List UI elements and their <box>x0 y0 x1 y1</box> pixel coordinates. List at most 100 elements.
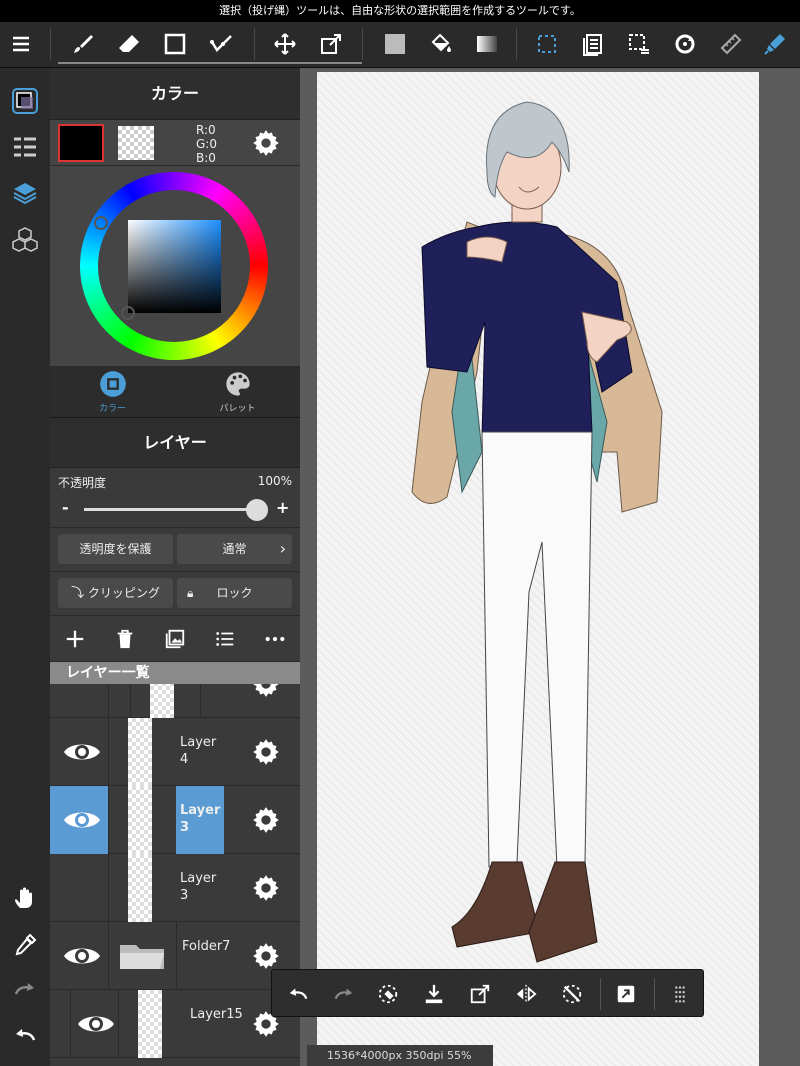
add-layer-button[interactable] <box>62 626 88 652</box>
clipping-label: クリッピング <box>87 586 160 600</box>
float-clear-button[interactable] <box>374 980 402 1008</box>
gear-icon[interactable] <box>252 806 280 834</box>
eyedropper-button[interactable] <box>6 926 44 964</box>
layers-button[interactable] <box>6 174 44 212</box>
transform-tool-button[interactable] <box>312 26 350 62</box>
layer-row[interactable]: Layer15 <box>50 990 300 1058</box>
delete-layer-button[interactable] <box>112 626 138 652</box>
transform-icon <box>321 34 341 54</box>
layer-panel-title: レイヤー <box>50 418 300 468</box>
bucket-tool-button[interactable] <box>422 26 460 62</box>
move-icon <box>274 33 296 55</box>
eraser-tool-button[interactable] <box>110 26 148 62</box>
rotate-icon <box>675 34 695 54</box>
pen-tool-button[interactable] <box>756 26 794 62</box>
tab-palette[interactable]: パレット <box>175 370 300 414</box>
pen-icon <box>764 34 785 55</box>
layer-more-button[interactable] <box>262 626 288 652</box>
lock-button[interactable]: 🔒︎ ロック <box>177 578 292 608</box>
gradient-tool-button[interactable] <box>468 26 506 62</box>
rgb-readout: R:0 G:0 B:0 <box>196 123 217 165</box>
bucket-icon <box>431 33 451 52</box>
float-transform-button[interactable] <box>466 980 494 1008</box>
select-tool-button[interactable] <box>528 26 566 62</box>
float-undo-button[interactable] <box>284 980 312 1008</box>
ruler-icon <box>720 33 742 55</box>
menu-button[interactable] <box>2 26 40 62</box>
opacity-slider[interactable] <box>84 508 260 511</box>
clipping-icon: ⤵ <box>71 586 85 601</box>
layer-list-button[interactable] <box>212 626 238 652</box>
square-icon <box>164 33 186 55</box>
eraser-icon <box>119 35 139 52</box>
folder-row[interactable]: Folder7 <box>50 922 300 990</box>
copy-pages-icon <box>583 34 602 56</box>
hand-tool-button[interactable] <box>6 880 44 918</box>
gradient-icon <box>477 36 497 52</box>
layer-image-button[interactable] <box>162 626 188 652</box>
shape-tool-button[interactable] <box>156 26 194 62</box>
saturation-square[interactable] <box>128 220 221 313</box>
gear-icon[interactable] <box>252 684 280 698</box>
opacity-slider-knob[interactable] <box>246 499 268 521</box>
fill-color-button[interactable] <box>376 26 414 62</box>
undo-button[interactable] <box>6 1016 44 1054</box>
primary-color-swatch[interactable] <box>58 124 104 162</box>
layer-row-partial[interactable] <box>50 684 300 718</box>
lock-label: ロック <box>216 586 253 600</box>
gear-icon[interactable] <box>252 738 280 766</box>
left-sidebar <box>0 68 50 1066</box>
hue-handle[interactable] <box>94 216 108 230</box>
layer-row[interactable]: Layer 3 <box>50 854 300 922</box>
float-share-button[interactable] <box>612 980 640 1008</box>
clipping-button[interactable]: ⤵ クリッピング <box>58 578 173 608</box>
eye-icon[interactable] <box>62 942 102 970</box>
secondary-color-swatch[interactable] <box>118 126 154 160</box>
gear-icon[interactable] <box>252 874 280 902</box>
download-icon <box>425 984 443 1004</box>
cubes-icon <box>12 227 38 252</box>
float-flip-button[interactable] <box>512 980 540 1008</box>
folder-name: Folder7 <box>182 939 231 954</box>
layer-row-selected[interactable]: Layer 3 <box>50 786 300 854</box>
gear-icon[interactable] <box>252 942 280 970</box>
materials-button[interactable] <box>6 220 44 258</box>
eyedropper-icon <box>15 933 37 956</box>
hamburger-icon <box>13 36 29 52</box>
opacity-minus[interactable]: - <box>62 498 69 517</box>
list-icon <box>216 632 234 646</box>
eye-icon[interactable] <box>62 806 102 834</box>
color-handle[interactable] <box>121 306 135 320</box>
brush-list-button[interactable] <box>6 128 44 166</box>
float-deselect-button[interactable] <box>558 980 586 1008</box>
select-pen-tool-button[interactable] <box>620 26 658 62</box>
redo-button[interactable] <box>6 970 44 1008</box>
main-toolbar <box>0 22 800 68</box>
ruler-tool-button[interactable] <box>712 26 750 62</box>
layer-name: Layer 3 <box>176 786 224 854</box>
status-message: 選択（投げ縄）ツールは、自由な形状の選択範囲を作成するツールです。 <box>0 0 800 22</box>
blend-mode-button[interactable]: 通常 › <box>177 534 292 564</box>
float-download-button[interactable] <box>420 980 448 1008</box>
move-tool-button[interactable] <box>266 26 304 62</box>
hand-icon <box>15 887 32 908</box>
dot-tool-button[interactable] <box>202 26 240 62</box>
layer-row[interactable]: Layer 4 <box>50 718 300 786</box>
deselect-icon <box>562 984 582 1004</box>
rotate-canvas-button[interactable] <box>666 26 704 62</box>
brush-tool-button[interactable] <box>64 26 102 62</box>
gear-icon[interactable] <box>252 129 280 157</box>
eye-icon[interactable] <box>62 738 102 766</box>
artwork-canvas[interactable] <box>317 72 759 1066</box>
color-swatch-button[interactable] <box>6 82 44 120</box>
copy-tool-button[interactable] <box>574 26 612 62</box>
protect-alpha-button[interactable]: 透明度を保護 <box>58 534 173 564</box>
float-drag-handle[interactable] <box>666 980 694 1008</box>
eye-icon[interactable] <box>76 1010 116 1038</box>
color-row: R:0 G:0 B:0 <box>50 120 300 166</box>
tab-color[interactable]: カラー <box>50 370 175 414</box>
flip-icon <box>516 984 537 1004</box>
floating-toolbar <box>271 969 704 1017</box>
float-redo-button[interactable] <box>330 980 358 1008</box>
opacity-plus[interactable]: + <box>276 498 289 517</box>
